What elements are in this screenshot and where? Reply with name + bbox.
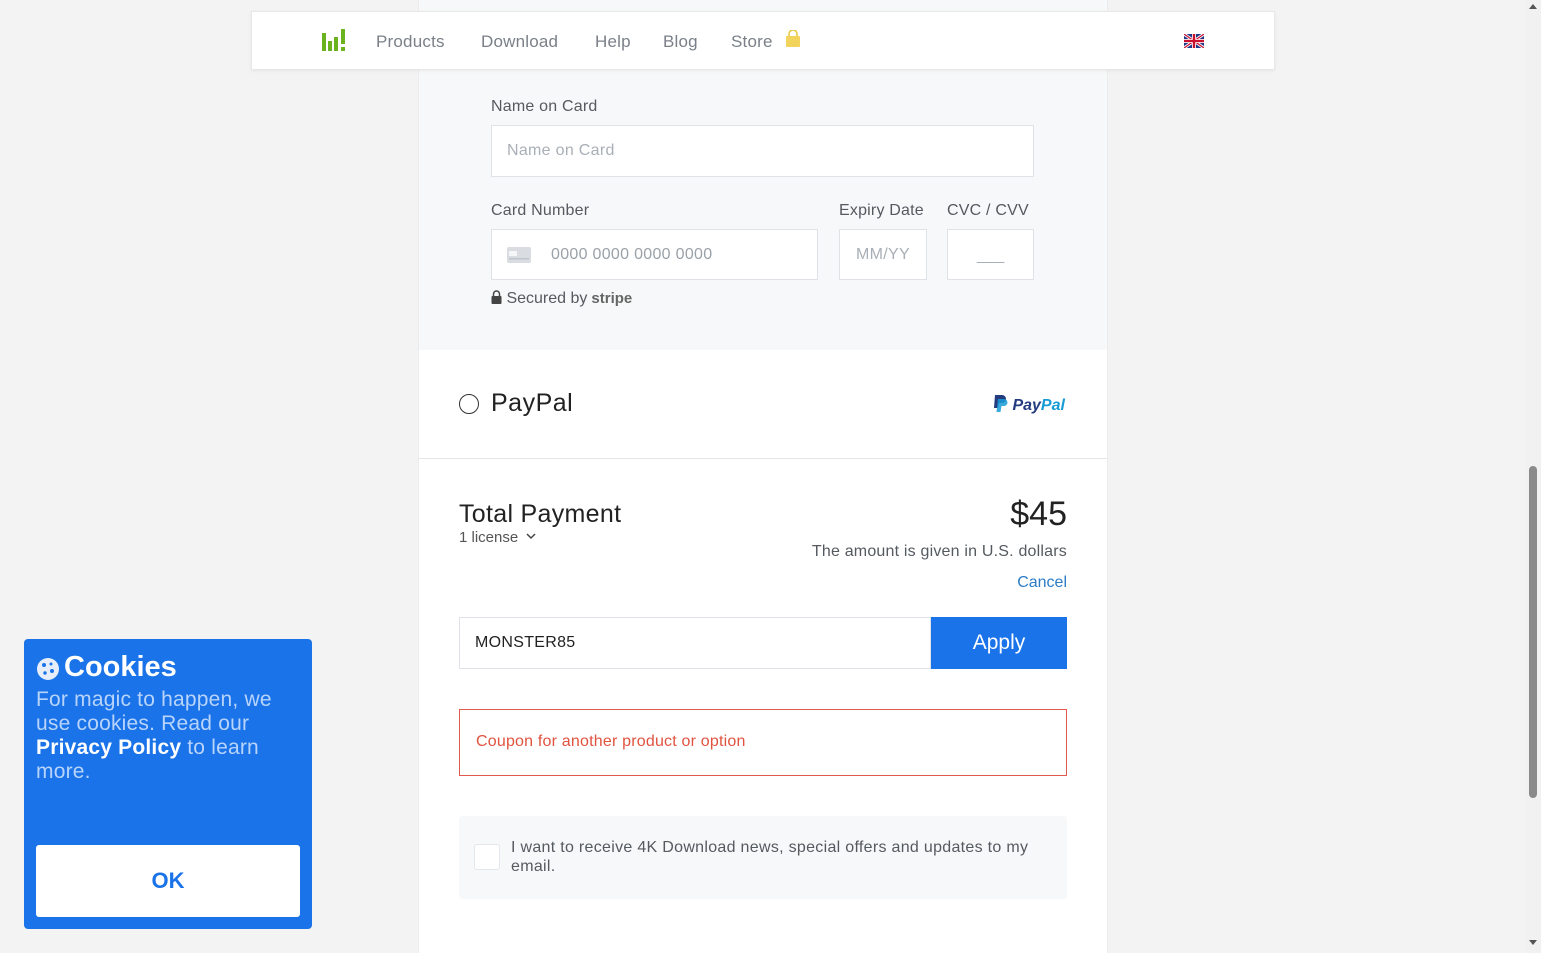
total-price: $45 (1010, 495, 1067, 533)
cancel-link[interactable]: Cancel (1017, 574, 1067, 592)
logo-icon[interactable] (320, 27, 348, 53)
scroll-down-icon[interactable] (1529, 940, 1537, 945)
newsletter-optin: I want to receive 4K Download news, spec… (459, 816, 1067, 899)
paypal-p-icon (994, 395, 1008, 412)
cookie-icon (37, 658, 59, 680)
expiry-placeholder: MM/YY (856, 245, 910, 263)
newsletter-checkbox[interactable] (474, 844, 500, 870)
currency-note: The amount is given in U.S. dollars (811, 543, 1067, 560)
paypal-logo-pay: Pay (1012, 397, 1041, 414)
card-number-label: Card Number (491, 202, 590, 219)
paypal-logo: PayPal (992, 394, 1065, 415)
cookies-ok-button[interactable]: OK (36, 845, 300, 917)
nav-help[interactable]: Help (595, 32, 631, 52)
cvc-input[interactable]: ___ (947, 229, 1034, 280)
total-payment-title: Total Payment (459, 500, 622, 528)
newsletter-text: I want to receive 4K Download news, spec… (511, 839, 1029, 875)
paypal-option[interactable]: PayPal PayPal (419, 350, 1107, 459)
credit-card-icon (507, 247, 531, 263)
coupon-value: MONSTER85 (475, 634, 576, 651)
paypal-radio[interactable] (459, 394, 479, 414)
apply-button[interactable]: Apply (931, 617, 1067, 669)
uk-flag-icon[interactable] (1184, 34, 1204, 48)
coupon-error-text: Coupon for another product or option (476, 733, 746, 750)
privacy-policy-link[interactable]: Privacy Policy (36, 736, 181, 759)
nav-download[interactable]: Download (481, 32, 558, 52)
scroll-thumb[interactable] (1529, 466, 1537, 798)
paypal-label: PayPal (491, 389, 574, 417)
nav-blog[interactable]: Blog (663, 32, 698, 52)
name-on-card-input[interactable]: Name on Card (491, 125, 1034, 177)
expiry-date-label: Expiry Date (839, 202, 924, 219)
cookies-popup: Cookies For magic to happen, we use cook… (24, 639, 312, 929)
license-selector[interactable]: 1 license (459, 529, 536, 546)
paypal-logo-pal: Pal (1040, 397, 1065, 414)
license-count: 1 license (459, 529, 519, 546)
card-number-input[interactable]: 0000 0000 0000 0000 (491, 229, 818, 280)
coupon-error-box: Coupon for another product or option (459, 709, 1067, 776)
cookies-text: For magic to happen, we use cookies. Rea… (36, 688, 296, 784)
secured-by-stripe: Secured by stripe (491, 290, 632, 308)
name-on-card-placeholder: Name on Card (507, 142, 615, 159)
cookies-text-before: For magic to happen, we use cookies. Rea… (36, 688, 272, 735)
secured-text: Secured by (506, 290, 588, 307)
coupon-input[interactable]: MONSTER85 (459, 617, 931, 669)
top-navbar: Products Download Help Blog Store (251, 11, 1275, 70)
card-number-placeholder: 0000 0000 0000 0000 (551, 245, 713, 263)
nav-store[interactable]: Store (731, 32, 773, 52)
cvc-label: CVC / CVV (947, 202, 1029, 219)
name-on-card-label: Name on Card (491, 98, 598, 115)
lock-icon (491, 290, 502, 304)
stripe-logo: stripe (591, 290, 633, 307)
page-scrollbar[interactable] (1525, 0, 1541, 953)
expiry-date-input[interactable]: MM/YY (839, 229, 927, 280)
nav-products[interactable]: Products (376, 32, 445, 52)
scroll-up-icon[interactable] (1529, 4, 1537, 9)
cvc-placeholder: ___ (977, 247, 1005, 264)
shopping-bag-icon (786, 30, 800, 47)
cookies-title: Cookies (64, 651, 177, 683)
chevron-down-icon (526, 533, 536, 540)
